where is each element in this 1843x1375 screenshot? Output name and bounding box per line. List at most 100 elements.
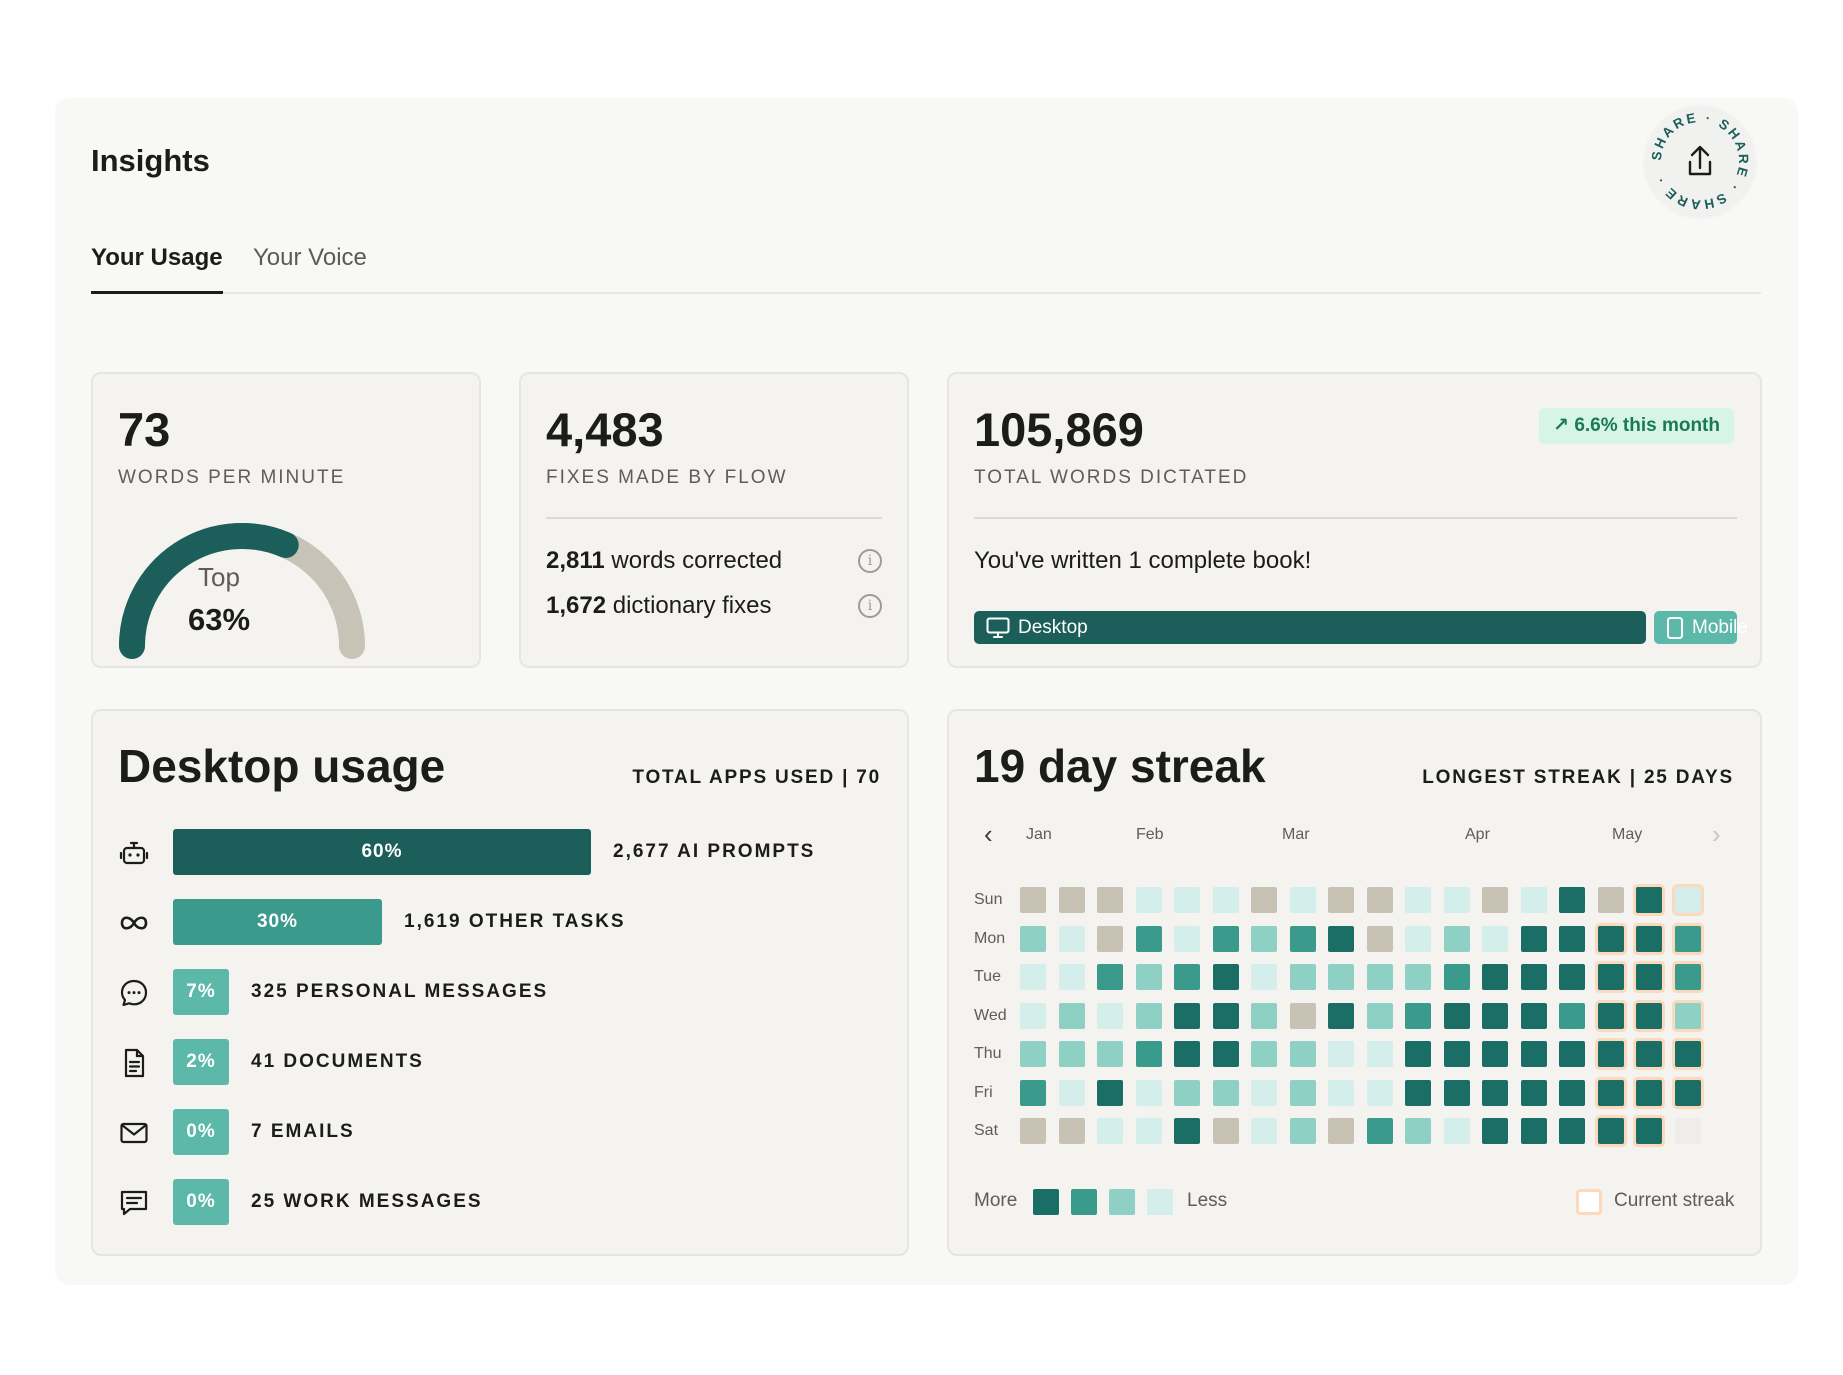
growth-badge-text: 6.6% this month (1574, 415, 1720, 436)
app-usage-label: 325 PERSONAL MESSAGES (251, 981, 549, 1002)
words-card: 105,869 ↗ 6.6% this month TOTAL WORDS DI… (947, 372, 1762, 668)
words-value: 105,869 (974, 403, 1144, 456)
activity-cell (1059, 964, 1085, 990)
legend-swatch (1033, 1189, 1059, 1215)
document-icon (124, 1048, 145, 1078)
gauge-rank-value: 63% (187, 602, 251, 637)
activity-cell (1136, 1041, 1162, 1067)
tab-your-usage[interactable]: Your Usage (91, 244, 223, 294)
activity-cell (1521, 1118, 1547, 1144)
longest-streak: LONGEST STREAK | 25 DAYS (1422, 767, 1734, 788)
activity-cell (1405, 1003, 1431, 1029)
legend-swatch (1109, 1189, 1135, 1215)
activity-cell (1598, 964, 1624, 990)
activity-cell (1367, 926, 1393, 952)
app-usage-label: 41 DOCUMENTS (251, 1051, 424, 1072)
activity-cell (1559, 1041, 1585, 1067)
chevron-left-icon[interactable]: ‹ (984, 821, 993, 847)
activity-cell (1213, 1003, 1239, 1029)
activity-cell (1598, 926, 1624, 952)
phone-icon (1667, 617, 1683, 639)
activity-cell (1136, 887, 1162, 913)
fixes-label: FIXES MADE BY FLOW (546, 467, 788, 488)
share-button[interactable]: SHARE · SHARE · SHARE · (1645, 106, 1755, 216)
app-usage-label: 7 EMAILS (251, 1121, 355, 1142)
day-label: Mon (974, 929, 1006, 947)
info-icon[interactable]: i (858, 549, 882, 573)
activity-cell (1251, 1003, 1277, 1029)
legend-current: Current streak (1614, 1190, 1735, 1211)
monitor-icon (986, 617, 1010, 638)
activity-cell (1290, 1080, 1316, 1106)
gauge-rank-prefix: Top (198, 562, 240, 592)
activity-cell (1444, 1003, 1470, 1029)
app-usage-bar: 30% (173, 899, 382, 945)
robot-icon (119, 841, 149, 865)
activity-cell (1675, 1080, 1701, 1106)
app-usage-bar: 0% (173, 1109, 229, 1155)
desktop-usage-card: Desktop usage TOTAL APPS USED | 70 60% 2,… (91, 709, 909, 1256)
app-usage-bar: 0% (173, 1179, 229, 1225)
activity-cell (1136, 964, 1162, 990)
activity-cell (1559, 1118, 1585, 1144)
activity-cell (1020, 964, 1046, 990)
month-label: Jan (1026, 826, 1052, 843)
activity-cell (1290, 1003, 1316, 1029)
tab-your-voice[interactable]: Your Voice (253, 244, 367, 291)
activity-cell (1675, 887, 1701, 913)
activity-cell (1405, 926, 1431, 952)
activity-cell (1020, 1118, 1046, 1144)
activity-cell (1059, 926, 1085, 952)
activity-cell (1020, 1080, 1046, 1106)
share-icon: SHARE · SHARE · SHARE · (1649, 110, 1749, 213)
activity-cell (1444, 1041, 1470, 1067)
fixes-value: 4,483 (546, 403, 664, 456)
activity-cell (1405, 964, 1431, 990)
activity-cell (1059, 1003, 1085, 1029)
activity-cell (1521, 926, 1547, 952)
legend-swatch (1147, 1189, 1173, 1215)
fix-row-dictionary: 1,672 dictionary fixes (546, 592, 771, 620)
book-text: You've written 1 complete book! (974, 547, 1312, 574)
words-divider (974, 517, 1737, 519)
activity-cell (1444, 1118, 1470, 1144)
activity-cell (1059, 1118, 1085, 1144)
activity-cell (1482, 1041, 1508, 1067)
desktop-usage-title: Desktop usage (118, 740, 446, 792)
activity-cell (1367, 887, 1393, 913)
fix-row-words: 2,811 words corrected (546, 547, 782, 575)
activity-cell (1328, 1080, 1354, 1106)
activity-cell (1367, 964, 1393, 990)
activity-cell (1444, 887, 1470, 913)
infinity-icon (120, 916, 148, 930)
activity-cell (1598, 1118, 1624, 1144)
activity-cell (1136, 1118, 1162, 1144)
activity-cell (1251, 1118, 1277, 1144)
month-label: Apr (1465, 826, 1490, 843)
activity-cell (1521, 964, 1547, 990)
activity-cell (1213, 1118, 1239, 1144)
activity-cell (1020, 1003, 1046, 1029)
app-usage-bar: 2% (173, 1039, 229, 1085)
app-usage-label: 25 WORK MESSAGES (251, 1191, 483, 1212)
activity-cell (1213, 964, 1239, 990)
message-square-icon (120, 1190, 148, 1216)
activity-cell (1598, 887, 1624, 913)
info-icon[interactable]: i (858, 594, 882, 618)
activity-cell (1213, 1041, 1239, 1067)
activity-cell (1136, 926, 1162, 952)
chevron-right-icon[interactable]: › (1712, 821, 1721, 847)
month-label: May (1612, 826, 1643, 843)
activity-cell (1020, 926, 1046, 952)
trend-up-icon: ↗ (1553, 415, 1570, 436)
activity-cell (1097, 1041, 1123, 1067)
activity-cell (1290, 964, 1316, 990)
activity-cell (1675, 926, 1701, 952)
activity-cell (1482, 926, 1508, 952)
desktop-share-bar: Desktop (974, 611, 1646, 644)
activity-cell (1675, 964, 1701, 990)
activity-cell (1598, 1003, 1624, 1029)
activity-cell (1675, 1041, 1701, 1067)
desktop-share-label: Desktop (1018, 617, 1088, 638)
activity-cell (1097, 1080, 1123, 1106)
